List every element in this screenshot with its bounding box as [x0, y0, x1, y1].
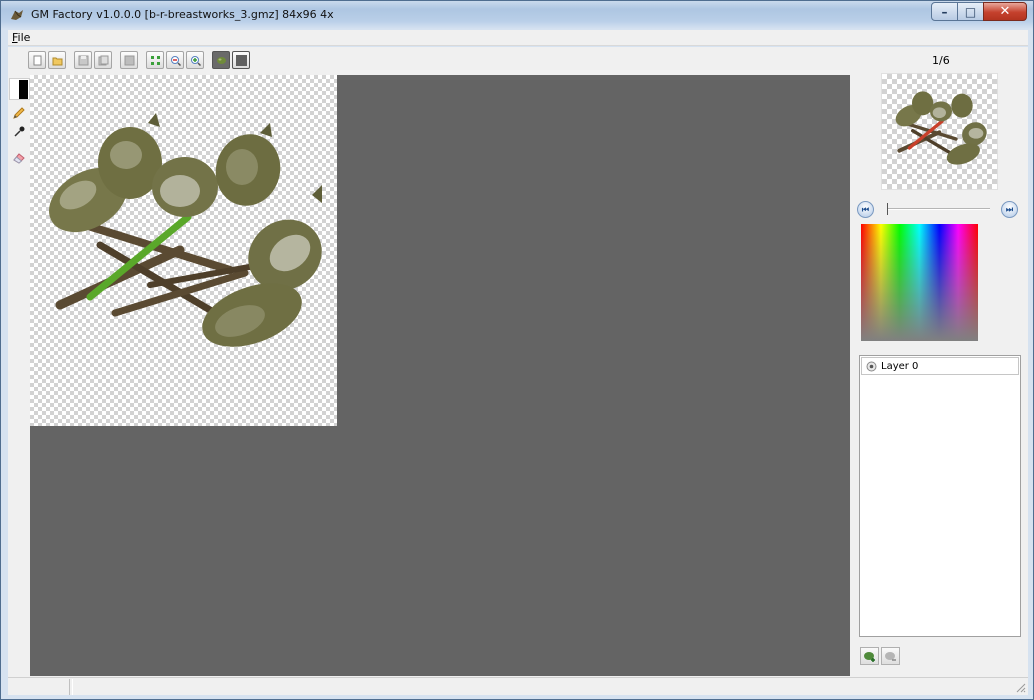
- save-as-button[interactable]: [94, 51, 112, 69]
- close-icon: ✕: [999, 3, 1011, 19]
- menu-file-label: ile: [17, 31, 31, 44]
- app-icon: [11, 10, 23, 20]
- sprite-canvas[interactable]: [30, 75, 337, 426]
- client-area: 1/6 ⏮ ⏭ Layer 0: [8, 47, 1028, 695]
- layer-row[interactable]: Layer 0: [861, 357, 1019, 375]
- status-pane-1: [8, 679, 70, 695]
- minimize-button[interactable]: –: [931, 2, 958, 21]
- frame-counter: 1/6: [932, 54, 950, 67]
- status-bar: [8, 677, 1028, 695]
- maximize-button[interactable]: □: [957, 2, 984, 21]
- delete-layer-icon: [885, 651, 896, 661]
- status-pane-2: [72, 679, 1012, 695]
- blank-icon: [124, 55, 134, 65]
- eraser-icon[interactable]: [12, 151, 26, 165]
- next-icon: ⏭: [1005, 204, 1014, 214]
- close-button[interactable]: ✕: [983, 2, 1027, 21]
- toolbar: [28, 51, 250, 71]
- zoom-out-icon: [170, 55, 181, 66]
- zoom-out-button[interactable]: [166, 51, 184, 69]
- delete-layer-button[interactable]: [881, 647, 900, 665]
- resize-grip-icon[interactable]: [1014, 681, 1026, 693]
- zoom-in-icon: [190, 55, 201, 66]
- color-picker-icon[interactable]: [12, 125, 26, 139]
- background-icon: [235, 54, 247, 66]
- save-as-icon: [98, 55, 108, 65]
- layers-list[interactable]: Layer 0: [859, 355, 1021, 637]
- add-layer-icon: [864, 651, 875, 662]
- grid-icon: [150, 55, 160, 65]
- frame-preview: [881, 73, 998, 190]
- right-panel: ⏮ ⏭ Layer 0: [856, 67, 1024, 687]
- last-frame-button[interactable]: ⏭: [1001, 201, 1018, 218]
- preview-image: [895, 91, 987, 165]
- add-layer-button[interactable]: [860, 647, 879, 665]
- grid-button[interactable]: [146, 51, 164, 69]
- new-button[interactable]: [28, 51, 46, 69]
- open-icon: [52, 57, 62, 65]
- app-window: GM Factory v1.0.0.0 [b-r-breastworks_3.g…: [0, 0, 1034, 700]
- layer-buttons: [860, 647, 900, 665]
- tool-palette: [8, 75, 30, 675]
- open-button[interactable]: [48, 51, 66, 69]
- title-bar[interactable]: GM Factory v1.0.0.0 [b-r-breastworks_3.g…: [1, 1, 1033, 29]
- menu-file[interactable]: File: [12, 31, 30, 44]
- eye-icon[interactable]: [866, 361, 877, 372]
- color-spectrum-picker[interactable]: [861, 224, 978, 341]
- previous-icon: ⏮: [861, 204, 870, 214]
- caption-buttons: – □ ✕: [931, 2, 1027, 22]
- foreground-color[interactable]: [19, 80, 28, 99]
- new-icon: [33, 55, 41, 65]
- menu-bar: File: [8, 30, 1028, 46]
- first-frame-button[interactable]: ⏮: [857, 201, 874, 218]
- minimize-icon: –: [941, 4, 948, 19]
- window-title: GM Factory v1.0.0.0 [b-r-breastworks_3.g…: [31, 8, 334, 21]
- maximize-icon: □: [964, 4, 977, 19]
- frame-slider-thumb[interactable]: [887, 203, 891, 215]
- layer-name: Layer 0: [881, 360, 919, 372]
- sprite-view-button[interactable]: [212, 51, 230, 69]
- zoom-in-button[interactable]: [186, 51, 204, 69]
- blank-button[interactable]: [120, 51, 138, 69]
- pencil-icon[interactable]: [12, 106, 26, 120]
- canvas-area[interactable]: [30, 75, 850, 676]
- color-swatch[interactable]: [9, 78, 30, 100]
- sprite-view-icon: [216, 56, 226, 64]
- background-button[interactable]: [232, 51, 250, 69]
- save-button[interactable]: [74, 51, 92, 69]
- sprite-image: [49, 113, 322, 347]
- frame-navigation: ⏮ ⏭: [857, 201, 1021, 218]
- frame-slider-track[interactable]: [887, 208, 990, 210]
- save-icon: [78, 55, 88, 65]
